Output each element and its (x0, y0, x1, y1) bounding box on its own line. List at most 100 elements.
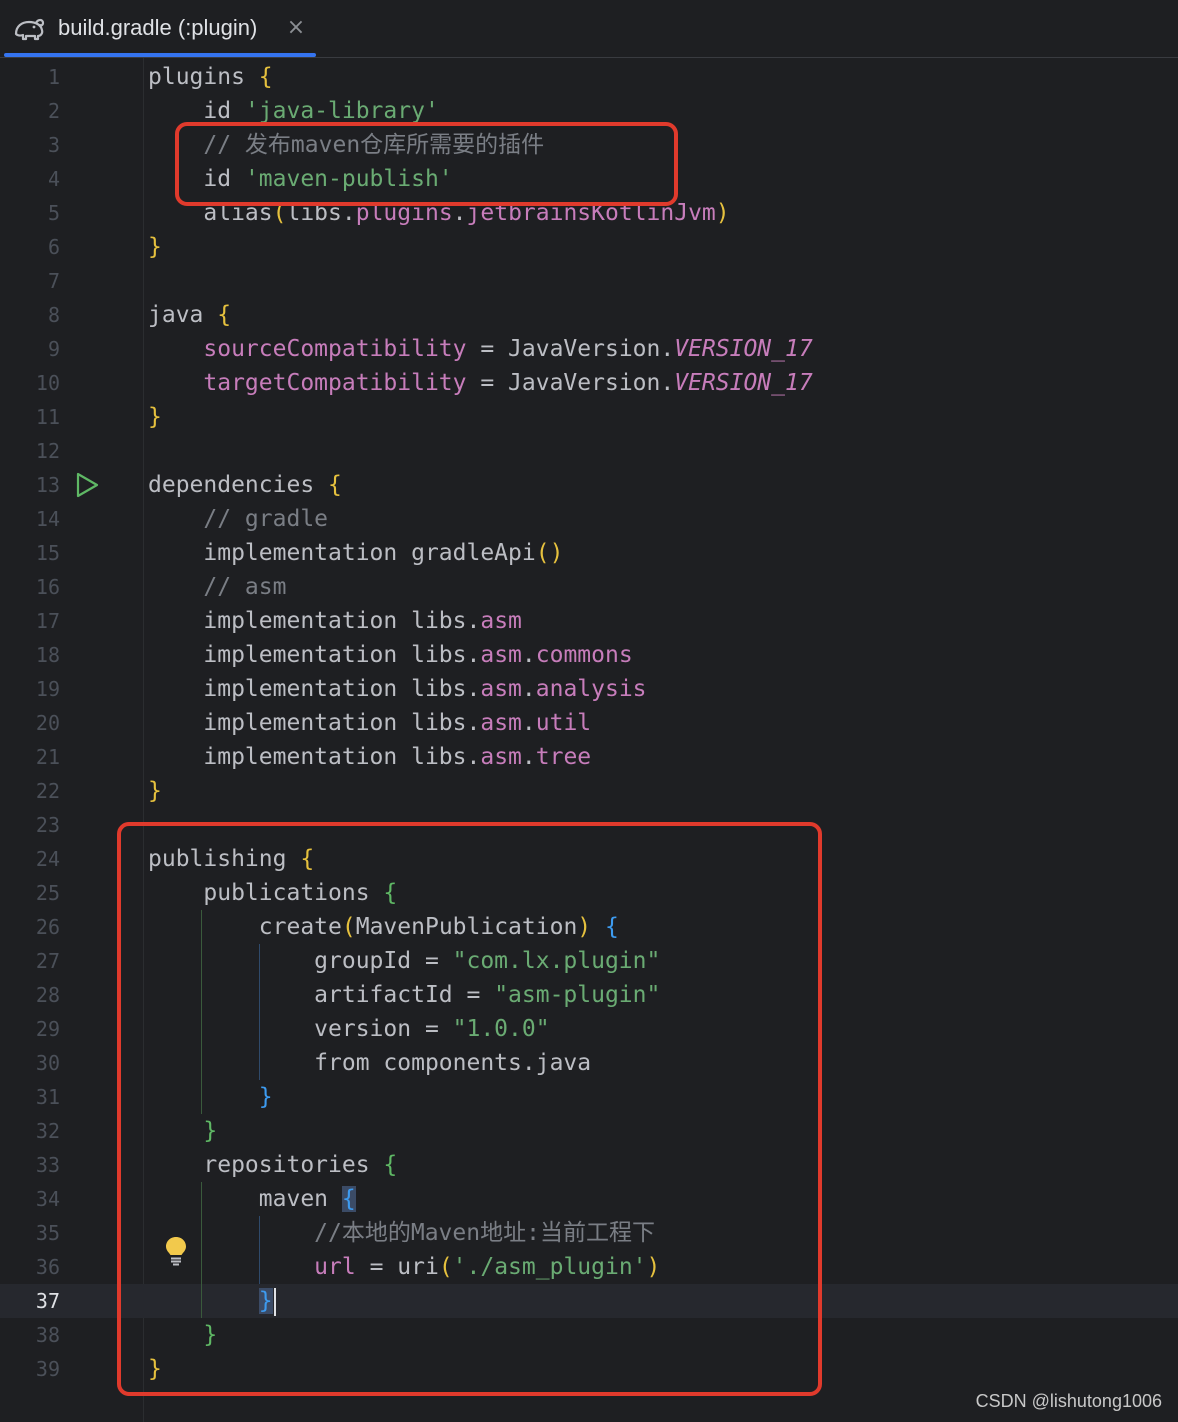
code-text: java { (148, 298, 231, 332)
line-number: 1 (47, 65, 60, 89)
code-text: sourceCompatibility = JavaVersion.VERSIO… (148, 332, 812, 366)
code-token: { (328, 472, 342, 498)
code-line[interactable]: 10 targetCompatibility = JavaVersion.VER… (0, 366, 1178, 400)
code-text: dependencies { (148, 468, 342, 502)
code-token: plugins (148, 64, 259, 90)
line-number: 13 (35, 473, 60, 497)
code-token: = JavaVersion. (466, 370, 675, 396)
code-line[interactable]: 15 implementation gradleApi() (0, 536, 1178, 570)
code-line[interactable]: 7 (0, 264, 1178, 298)
code-line[interactable]: 11} (0, 400, 1178, 434)
line-number: 12 (35, 439, 60, 463)
line-number: 24 (35, 847, 60, 871)
code-line[interactable]: 19 implementation libs.asm.analysis (0, 672, 1178, 706)
code-token: } (148, 404, 162, 430)
code-token: 'java-library' (244, 98, 439, 124)
code-line[interactable]: 8 java { (0, 298, 1178, 332)
code-line[interactable]: 22} (0, 774, 1178, 808)
code-token: implementation libs. (148, 608, 481, 634)
code-token: commons (535, 642, 633, 668)
line-number: 2 (47, 99, 60, 123)
line-number: 39 (35, 1357, 60, 1381)
annotation-box-publishing (117, 822, 822, 1396)
code-token: tree (535, 744, 592, 770)
code-token: implementation libs. (148, 710, 481, 736)
code-text: } (148, 400, 162, 434)
code-token: . (521, 744, 536, 770)
line-number: 10 (35, 371, 60, 395)
code-token: asm (480, 642, 522, 668)
code-token: implementation libs. (148, 642, 481, 668)
tab-build-gradle[interactable]: build.gradle (:plugin) × (4, 0, 316, 58)
close-icon[interactable]: × (284, 14, 308, 42)
line-number: 18 (35, 643, 60, 667)
line-number: 22 (35, 779, 60, 803)
code-token: sourceCompatibility (203, 336, 467, 362)
code-token: asm (480, 744, 522, 770)
line-number: 17 (35, 609, 60, 633)
code-token: asm (480, 608, 522, 634)
code-token: . (521, 676, 536, 702)
line-number: 32 (35, 1119, 60, 1143)
line-number: 28 (35, 983, 60, 1007)
run-gutter-icon[interactable] (74, 472, 100, 498)
line-number: 30 (35, 1051, 60, 1075)
code-line[interactable]: 12 (0, 434, 1178, 468)
line-number: 31 (35, 1085, 60, 1109)
line-number: 4 (47, 167, 60, 191)
code-line[interactable]: 13 dependencies { (0, 468, 1178, 502)
code-line[interactable]: 17 implementation libs.asm (0, 604, 1178, 638)
code-text: implementation libs.asm.tree (148, 740, 591, 774)
code-token: id (148, 98, 245, 124)
line-number: 38 (35, 1323, 60, 1347)
code-line[interactable]: 14 // gradle (0, 502, 1178, 536)
line-number: 16 (35, 575, 60, 599)
code-token: asm (480, 676, 522, 702)
code-line[interactable]: 21 implementation libs.asm.tree (0, 740, 1178, 774)
code-token: } (148, 778, 162, 804)
code-token: { (217, 302, 232, 328)
line-number: 25 (35, 881, 60, 905)
code-token: = JavaVersion. (466, 336, 675, 362)
code-text: implementation libs.asm.analysis (148, 672, 646, 706)
line-number: 37 (35, 1289, 60, 1313)
code-text: implementation gradleApi() (148, 536, 563, 570)
line-number: 35 (35, 1221, 60, 1245)
line-number: 5 (47, 201, 60, 225)
code-token: dependencies (148, 472, 329, 498)
watermark: CSDN @lishutong1006 (975, 1391, 1162, 1411)
line-number: 14 (35, 507, 60, 531)
code-line[interactable]: 18 implementation libs.asm.commons (0, 638, 1178, 672)
code-text: targetCompatibility = JavaVersion.VERSIO… (148, 366, 812, 400)
line-number: 36 (35, 1255, 60, 1279)
code-text: implementation libs.asm (148, 604, 522, 638)
code-line[interactable]: 9 sourceCompatibility = JavaVersion.VERS… (0, 332, 1178, 366)
line-number: 23 (35, 813, 60, 837)
code-text: // asm (148, 570, 286, 604)
line-number: 33 (35, 1153, 60, 1177)
code-token: // asm (148, 574, 287, 600)
line-number: 3 (47, 133, 60, 157)
line-number: 27 (35, 949, 60, 973)
annotation-box-maven-publish (175, 122, 678, 206)
code-token: } (148, 234, 162, 260)
code-token: // gradle (148, 506, 329, 532)
code-line[interactable]: 1 plugins { (0, 60, 1178, 94)
code-line[interactable]: 16 // asm (0, 570, 1178, 604)
code-token: () (535, 540, 564, 566)
code-token: ) (715, 200, 730, 226)
code-token: . (521, 710, 536, 736)
line-number: 6 (47, 235, 60, 259)
code-text: implementation libs.asm.commons (148, 638, 633, 672)
line-number: 15 (35, 541, 60, 565)
code-line[interactable]: 20 implementation libs.asm.util (0, 706, 1178, 740)
code-line[interactable]: 6} (0, 230, 1178, 264)
code-token: java (148, 302, 218, 328)
code-token: implementation gradleApi (148, 540, 536, 566)
code-token: . (521, 642, 536, 668)
code-token: implementation libs. (148, 676, 481, 702)
line-number: 29 (35, 1017, 60, 1041)
line-number: 21 (35, 745, 60, 769)
line-number: 9 (47, 337, 60, 361)
line-number: 26 (35, 915, 60, 939)
